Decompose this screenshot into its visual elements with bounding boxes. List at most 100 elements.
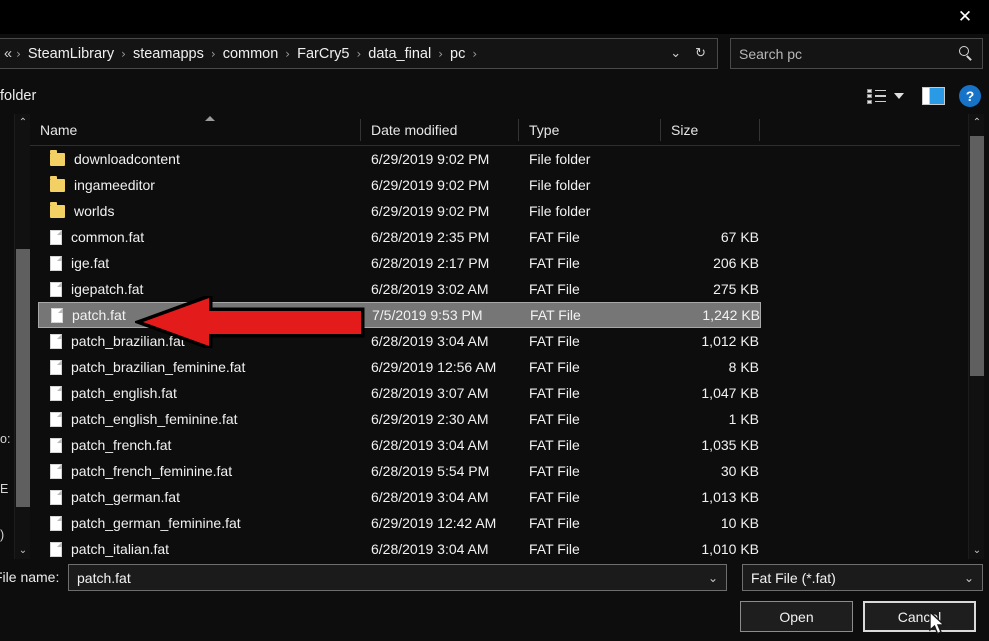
file-name-cell: patch_french_feminine.fat — [50, 463, 232, 479]
date-modified-cell: 6/28/2019 5:54 PM — [371, 463, 490, 479]
file-type-select[interactable]: Fat File (*.fat) ⌄ — [742, 564, 983, 591]
file-name-text: ige.fat — [71, 255, 110, 271]
search-box[interactable]: Search pc — [730, 38, 983, 69]
breadcrumb-separator: › — [210, 46, 216, 61]
size-cell: 10 KB — [720, 515, 759, 531]
address-history-chevron-down-icon[interactable]: ⌄ — [663, 46, 688, 61]
view-options-button[interactable] — [863, 86, 908, 107]
file-name-chevron-down-icon[interactable]: ⌄ — [708, 571, 718, 585]
file-name-cell: patch_french.fat — [50, 437, 171, 453]
list-view-icon — [867, 88, 886, 104]
file-name-cell: patch_english.fat — [50, 385, 177, 401]
file-icon — [50, 515, 62, 531]
breadcrumb-item-steamapps[interactable]: steamapps — [128, 44, 209, 64]
file-name-text: patch_english.fat — [71, 385, 177, 401]
nav-fragment[interactable]: ) — [0, 528, 4, 542]
file-name-label: File name: — [0, 569, 60, 585]
file-name-cell: patch_german.fat — [50, 489, 180, 505]
file-name-input[interactable]: patch.fat ⌄ — [68, 564, 727, 591]
nav-fragment[interactable]: E — [0, 482, 8, 496]
table-row[interactable]: ingameeditor 6/29/2019 9:02 PM File folder — [38, 172, 761, 198]
table-row[interactable]: ige.fat 6/28/2019 2:17 PM FAT File 206 KB — [38, 250, 761, 276]
table-row[interactable]: downloadcontent 6/29/2019 9:02 PM File fol… — [38, 146, 761, 172]
scroll-down-icon[interactable]: ⌄ — [15, 542, 31, 559]
breadcrumb-overflow[interactable]: « — [0, 44, 14, 64]
table-row[interactable]: patch_english.fat 6/28/2019 3:07 AM FAT Fi… — [38, 380, 761, 406]
toolbar-right-group: ? — [863, 78, 981, 114]
new-folder-button[interactable]: folder — [0, 88, 36, 104]
breadcrumb-separator: › — [472, 46, 478, 61]
type-cell: FAT File — [529, 437, 580, 453]
file-name-text: worlds — [74, 203, 115, 219]
scroll-up-icon[interactable]: ⌃ — [15, 114, 31, 131]
breadcrumb-item-pc[interactable]: pc — [445, 44, 470, 64]
help-button[interactable]: ? — [959, 85, 981, 107]
scroll-up-icon[interactable]: ⌃ — [969, 114, 985, 131]
scroll-down-icon[interactable]: ⌄ — [969, 542, 985, 559]
chevron-down-icon[interactable]: ⌄ — [964, 571, 974, 585]
size-cell: 1,012 KB — [701, 333, 759, 349]
file-icon — [50, 255, 62, 271]
breadcrumb-item-steamlibrary[interactable]: SteamLibrary — [23, 44, 119, 64]
column-header-date-modified[interactable]: Date modified — [361, 114, 518, 146]
toolbar: folder ? — [0, 78, 989, 114]
file-icon — [50, 463, 62, 479]
column-header-type[interactable]: Type — [519, 114, 660, 146]
column-divider[interactable] — [759, 119, 760, 141]
breadcrumb-separator: › — [438, 46, 443, 61]
type-cell: FAT File — [529, 333, 580, 349]
table-row[interactable]: patch_german_feminine.fat 6/29/2019 12:42… — [38, 510, 761, 536]
address-bar[interactable]: « › SteamLibrary › steamapps › common › … — [0, 38, 718, 69]
close-icon[interactable]: ✕ — [941, 0, 989, 34]
type-cell: FAT File — [529, 541, 580, 557]
date-modified-cell: 6/28/2019 3:04 AM — [371, 437, 489, 453]
table-row[interactable]: patch_brazilian_feminine.fat 6/29/2019 12… — [38, 354, 761, 380]
table-row[interactable]: common.fat 6/28/2019 2:35 PM FAT File 67 KB — [38, 224, 761, 250]
chevron-down-icon[interactable] — [894, 93, 904, 99]
dialog-footer: File name: patch.fat ⌄ Fat File (*.fat) … — [0, 559, 989, 641]
refresh-icon[interactable]: ↻ — [688, 46, 713, 61]
table-row[interactable]: worlds 6/29/2019 9:02 PM File folder — [38, 198, 761, 224]
table-row[interactable]: patch_english_feminine.fat 6/29/2019 2:30… — [38, 406, 761, 432]
date-modified-cell: 6/28/2019 3:04 AM — [371, 333, 489, 349]
breadcrumb-separator: › — [16, 46, 21, 61]
breadcrumb-item-data-final[interactable]: data_final — [363, 44, 436, 64]
file-icon — [50, 385, 62, 401]
breadcrumb-separator: › — [285, 46, 291, 61]
table-row[interactable]: patch_french_feminine.fat 6/28/2019 5:54 … — [38, 458, 761, 484]
navigation-pane-scrollbar[interactable]: ⌃ ⌄ — [14, 114, 30, 559]
file-list-scrollbar[interactable]: ⌃ ⌄ — [968, 114, 984, 559]
preview-pane-icon[interactable] — [922, 87, 945, 105]
column-header-size[interactable]: Size — [661, 114, 759, 146]
file-name-value: patch.fat — [77, 569, 131, 586]
file-open-dialog: ✕ « › SteamLibrary › steamapps › common … — [0, 0, 989, 641]
open-button[interactable]: Open — [740, 601, 853, 632]
file-name-cell: igepatch.fat — [50, 281, 143, 297]
scrollbar-thumb[interactable] — [16, 249, 30, 507]
type-cell: File folder — [529, 203, 591, 219]
cancel-button[interactable]: Cancel — [863, 601, 976, 632]
column-header-name[interactable]: Name — [30, 114, 360, 146]
title-bar: ✕ — [0, 0, 989, 34]
search-input[interactable]: Search pc — [739, 46, 958, 62]
nav-fragment[interactable]: o: — [0, 432, 10, 446]
file-icon — [50, 359, 62, 375]
table-row[interactable]: patch_french.fat 6/28/2019 3:04 AM FAT Fil… — [38, 432, 761, 458]
file-name-text: patch_german_feminine.fat — [71, 515, 241, 531]
file-name-text: patch.fat — [72, 307, 126, 323]
table-row[interactable]: patch_italian.fat 6/28/2019 3:04 AM FAT Fi… — [38, 536, 761, 559]
file-icon — [50, 489, 62, 505]
file-icon — [50, 333, 62, 349]
table-row[interactable]: patch_german.fat 6/28/2019 3:04 AM FAT Fil… — [38, 484, 761, 510]
file-name-text: patch_italian.fat — [71, 541, 170, 557]
address-row: « › SteamLibrary › steamapps › common › … — [0, 38, 989, 69]
file-icon — [50, 411, 62, 427]
mouse-cursor-icon — [929, 611, 946, 635]
annotation-arrow-icon — [135, 296, 365, 348]
breadcrumb-item-farcry5[interactable]: FarCry5 — [292, 44, 354, 64]
file-name-cell: patch_german_feminine.fat — [50, 515, 241, 531]
breadcrumb-item-common[interactable]: common — [218, 44, 284, 64]
breadcrumb-separator: › — [356, 46, 362, 61]
scrollbar-thumb[interactable] — [970, 136, 984, 376]
type-cell: FAT File — [529, 489, 580, 505]
